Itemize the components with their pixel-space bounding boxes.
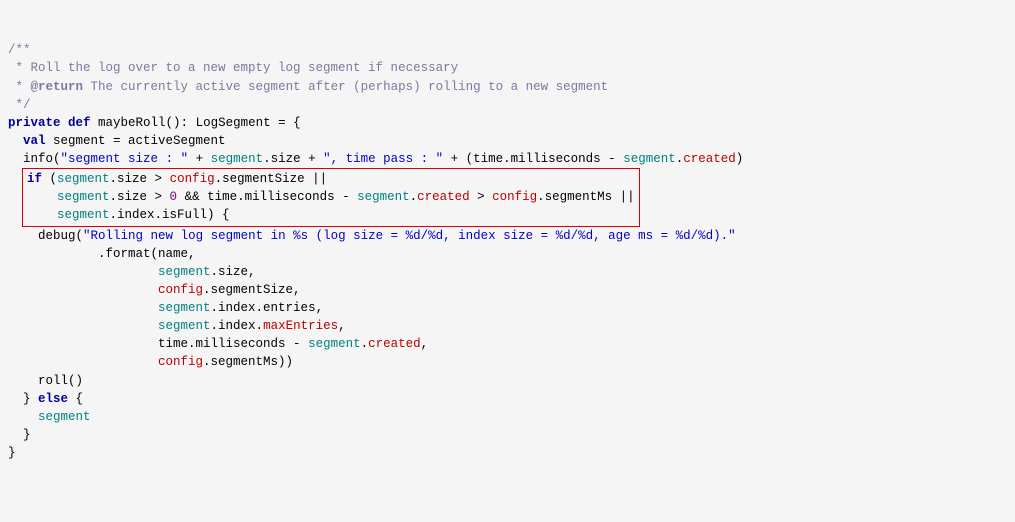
open-else: { [68, 392, 83, 406]
txt-hl1b: .segmentSize || [215, 172, 328, 186]
close-else: } [8, 428, 31, 442]
if-open: ( [42, 172, 57, 186]
segment-ref-3: segment [57, 172, 110, 186]
segment-ref-1: segment [211, 152, 264, 166]
gt-hl2: > [470, 190, 493, 204]
segment-ref-4: segment [57, 190, 110, 204]
txt-hl3: .index.isFull) { [110, 208, 230, 222]
highlighted-condition: if (segment.size > config.segmentSize ||… [22, 168, 640, 226]
a6-cfg: config [158, 355, 203, 369]
config-ref-1: config [170, 172, 215, 186]
val-decl: segment = activeSegment [46, 134, 226, 148]
a5-created: created [368, 337, 421, 351]
a4-max: maxEntries [263, 319, 338, 333]
javadoc-return-tag: @return [31, 80, 84, 94]
comment-line1: * Roll the log over to a new empty log s… [8, 61, 458, 75]
str-1: "segment size : " [61, 152, 189, 166]
pad-fmt [8, 247, 98, 261]
format-call: .format(name, [98, 247, 196, 261]
a6-rest: .segmentMs)) [203, 355, 293, 369]
a3-seg: segment [158, 301, 211, 315]
txt-hl2b: && time.milliseconds - [177, 190, 357, 204]
a5-dot: . [361, 337, 369, 351]
num-zero: 0 [170, 190, 178, 204]
close-fn: } [8, 446, 16, 460]
comment-line2-post: The currently active segment after (perh… [83, 80, 608, 94]
comment-open: /** [8, 43, 31, 57]
pad-dbg [8, 229, 38, 243]
txt-hl2c: .segmentMs || [537, 190, 635, 204]
pad-a3 [8, 301, 158, 315]
pad-hl2 [27, 190, 57, 204]
a2-rest: .segmentSize, [203, 283, 301, 297]
close-paren-1: ) [736, 152, 744, 166]
created-2: created [417, 190, 470, 204]
plus-2: + (time.milliseconds - [443, 152, 623, 166]
dot-size-1: .size + [263, 152, 323, 166]
else-segment: segment [38, 410, 91, 424]
pad-a2 [8, 283, 158, 297]
segment-ref-2: segment [623, 152, 676, 166]
pad-a1 [8, 265, 158, 279]
info-call: info [23, 152, 53, 166]
config-ref-2: config [492, 190, 537, 204]
debug-string: "Rolling new log segment in %s (log size… [83, 229, 736, 243]
debug-call: debug [38, 229, 76, 243]
fn-signature: maybeRoll(): LogSegment = { [91, 116, 301, 130]
pad-a4 [8, 319, 158, 333]
created-1: created [683, 152, 736, 166]
a1-seg: segment [158, 265, 211, 279]
segment-ref-5: segment [357, 190, 410, 204]
a1-rest: .size, [211, 265, 256, 279]
txt-hl1: .size > [110, 172, 170, 186]
dot-hl2: . [410, 190, 418, 204]
paren: ( [53, 152, 61, 166]
comment-line2-pre: * [8, 80, 31, 94]
roll-call: roll() [8, 374, 83, 388]
a5-seg: segment [308, 337, 361, 351]
plus-1: + [188, 152, 211, 166]
a4-mid: .index. [211, 319, 264, 333]
kw-private: private [8, 116, 61, 130]
comment-close: */ [8, 98, 31, 112]
pad-a6 [8, 355, 158, 369]
kw-if: if [27, 172, 42, 186]
close-if: } [8, 392, 38, 406]
a3-rest: .index.entries, [211, 301, 324, 315]
pad-hl3 [27, 208, 57, 222]
pad-else-seg [8, 410, 38, 424]
a5-pre: time.milliseconds - [158, 337, 308, 351]
kw-def: def [68, 116, 91, 130]
dbg-open: ( [76, 229, 84, 243]
str-2: ", time pass : " [323, 152, 443, 166]
a5-end: , [421, 337, 429, 351]
a4-seg: segment [158, 319, 211, 333]
code-block: /** * Roll the log over to a new empty l… [8, 41, 1007, 462]
pad-a5 [8, 337, 158, 351]
segment-ref-6: segment [57, 208, 110, 222]
a4-end: , [338, 319, 346, 333]
txt-hl2a: .size > [110, 190, 170, 204]
kw-val: val [23, 134, 46, 148]
a2-cfg: config [158, 283, 203, 297]
kw-else: else [38, 392, 68, 406]
